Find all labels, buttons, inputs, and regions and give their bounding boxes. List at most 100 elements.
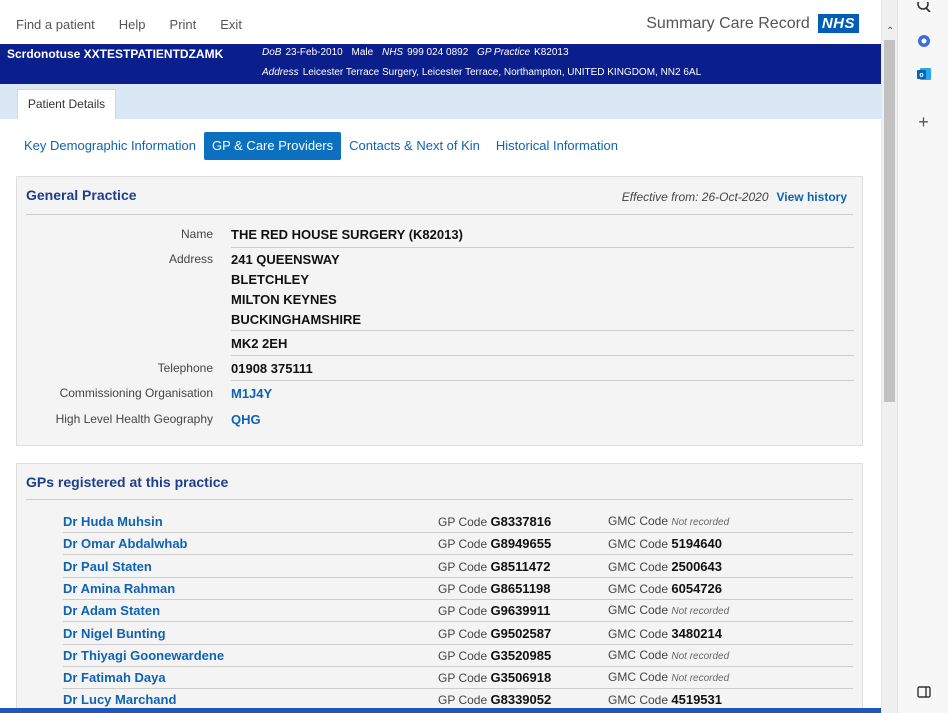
gp-code: GP Code G8337816 [438,514,551,529]
gp-code-value: G3520985 [490,647,552,663]
gp-code: GP Code G8651198 [438,581,551,596]
nhs-label: NHS [381,47,404,58]
gmc-code-label: GMC Code [608,647,669,662]
gp-code-label: GP Code [438,515,488,529]
field-separator [231,247,854,248]
address-line-3: MILTON KEYNES [231,292,337,307]
menu-exit[interactable]: Exit [220,17,242,32]
gp-code: GP Code G9639911 [438,603,551,618]
top-menu: Find a patient Help Print Exit [16,17,266,32]
gp-row: Dr Nigel Bunting GP Code G9502587 GMC Code… [17,623,864,645]
copilot-icon[interactable] [898,34,948,51]
gmc-code-value: 2500643 [671,558,722,574]
sub-navigation: Key Demographic Information GP & Care Pr… [16,132,626,160]
gp-code-value: G9502587 [490,625,552,641]
gp-code-label: GP Code [438,537,488,552]
general-practice-panel: General Practice Effective from: 26-Oct-… [16,176,863,446]
scroll-up-icon[interactable]: ⌃ [886,26,894,37]
gp-name-link[interactable]: Dr Nigel Bunting [63,626,166,641]
gp-practice-code: K82013 [534,47,569,58]
gmc-code: GMC Code Not recorded [608,603,729,617]
gmc-code-value: 6054726 [671,580,722,596]
gp-code-value: G8651198 [490,580,551,596]
gmc-code: GMC Code 5194640 [608,536,722,551]
app-window: Find a patient Help Print Exit Summary C… [0,0,881,713]
effective-date: Effective from: 26-Oct-2020 View history [622,190,847,204]
dob-value: 23-Feb-2010 [285,47,343,58]
app-title: Summary Care Record [646,14,810,32]
gp-row: Dr Amina Rahman GP Code G8651198 GMC Code … [17,578,864,600]
gp-code-value: G9639911 [490,603,551,619]
gmc-code-label: GMC Code [608,537,669,552]
telephone-value: 01908 375111 [231,361,313,376]
svg-text:o: o [919,72,923,79]
gp-code-value: G3506918 [490,670,552,686]
vertical-scrollbar[interactable]: ⌃ [881,0,897,713]
gp-name-link[interactable]: Dr Fatimah Daya [63,670,166,685]
gmc-code-note: Not recorded [671,673,730,685]
brand: Summary Care Record NHS [646,14,859,33]
address-line-4: BUCKINGHAMSHIRE [231,312,361,327]
tab-patient-details[interactable]: Patient Details [17,89,116,119]
gmc-code: GMC Code 4519531 [608,692,722,707]
gp-code-label: GP Code [438,581,488,596]
gmc-code-note: Not recorded [671,517,730,528]
gmc-code-note: Not recorded [671,606,730,618]
gp-code-label: GP Code [438,604,488,619]
gp-name-link[interactable]: Dr Huda Muhsin [63,514,163,529]
field-separator [231,330,854,331]
practice-postcode: MK2 2EH [231,336,288,351]
gp-row: Dr Thiyagi Goonewardene GP Code G3520985 G… [17,645,864,667]
gp-code-label: GP Code [438,559,488,574]
gp-name-link[interactable]: Dr Paul Staten [63,559,152,574]
gmc-code-value: 4519531 [671,692,722,708]
geography-link[interactable]: QHG [231,412,261,427]
gp-code-label: GP Code [438,626,488,641]
nhs-number: 999 024 0892 [407,47,469,58]
subnav-historical-information[interactable]: Historical Information [488,132,626,160]
commissioning-link[interactable]: M1J4Y [231,386,272,401]
address-label: Address [262,67,299,78]
gp-name-link[interactable]: Dr Omar Abdalwhab [63,536,187,551]
menu-print[interactable]: Print [170,17,197,32]
gmc-code-label: GMC Code [608,603,669,618]
gp-code: GP Code G9502587 [438,626,551,641]
menu-find-patient[interactable]: Find a patient [16,17,95,32]
subnav-contacts-next-of-kin[interactable]: Contacts & Next of Kin [341,132,488,160]
gp-name-link[interactable]: Dr Amina Rahman [63,581,175,596]
view-history-link[interactable]: View history [777,190,847,204]
gmc-code-value: 5194640 [671,536,722,552]
gp-name-link[interactable]: Dr Adam Staten [63,603,160,618]
subnav-key-demographic[interactable]: Key Demographic Information [16,132,204,160]
gps-panel: GPs registered at this practice Dr Huda … [16,463,863,713]
gmc-code-label: GMC Code [608,670,669,685]
gp-row: Dr Fatimah Daya GP Code G3506918 GMC Code … [17,667,864,690]
practice-address-label: Address [168,252,213,266]
scrollbar-thumb[interactable] [884,40,895,402]
gp-name-link[interactable]: Dr Thiyagi Goonewardene [63,648,224,663]
sidebar-toggle-icon[interactable] [898,686,948,701]
gmc-code-label: GMC Code [608,559,669,574]
gmc-code: GMC Code 6054726 [608,581,722,596]
patient-banner: Scrdonotuse XXTESTPATIENTDZAMK DoB 23-Feb… [0,44,881,84]
gp-code-value: G8339052 [490,692,552,708]
gp-name-link[interactable]: Dr Lucy Marchand [63,692,176,707]
patient-address-row: Address Leicester Terrace Surgery, Leices… [262,67,701,78]
menu-help[interactable]: Help [119,17,146,32]
outlook-icon[interactable]: o [898,66,948,85]
gender-value: Male [351,47,374,58]
gp-code-label: GP Code [438,648,488,663]
gp-code: GP Code G8949655 [438,536,551,551]
add-icon[interactable]: + [898,112,948,133]
browser-sidebar: o + [897,0,948,713]
subnav-gp-care-providers[interactable]: GP & Care Providers [203,132,342,160]
gp-code: GP Code G3520985 [438,648,551,663]
top-bar: Find a patient Help Print Exit Summary C… [0,3,881,44]
address-line-2: BLETCHLEY [231,272,309,287]
gp-code: GP Code G8339052 [438,692,551,707]
gp-row: Dr Omar Abdalwhab GP Code G8949655 GMC Cod… [17,533,864,556]
search-icon[interactable] [898,0,948,15]
patient-address: Leicester Terrace Surgery, Leicester Ter… [302,67,702,78]
field-separator [231,355,854,356]
practice-name-value: THE RED HOUSE SURGERY (K82013) [231,227,463,242]
